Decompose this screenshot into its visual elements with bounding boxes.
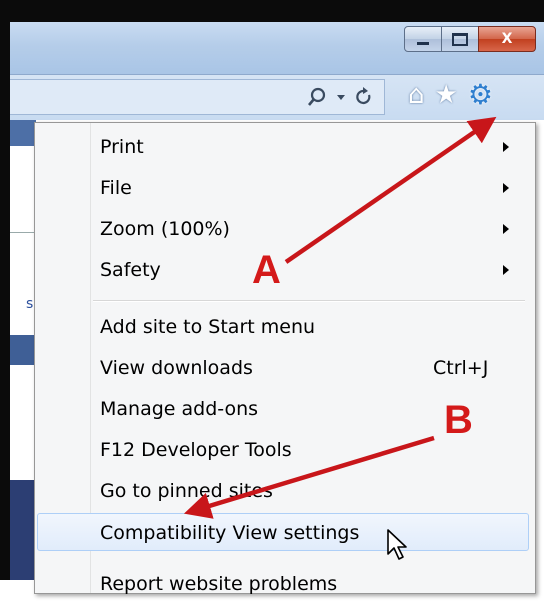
annotation-arrow-a xyxy=(284,116,497,264)
annotation-label-a: A xyxy=(252,248,281,292)
annotation-label-b: B xyxy=(444,398,473,442)
annotation-arrow-b xyxy=(183,435,435,519)
